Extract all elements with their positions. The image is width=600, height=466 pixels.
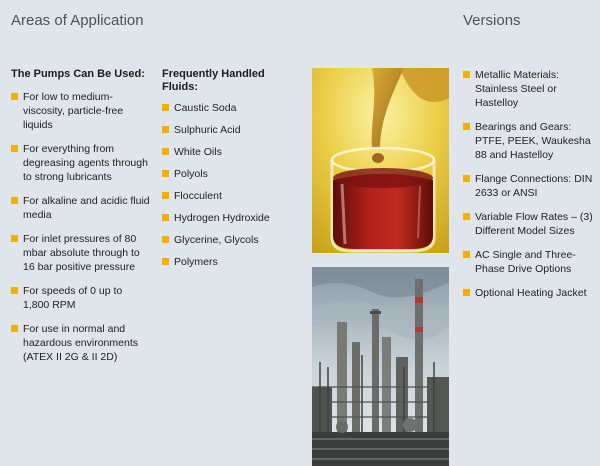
bullet-icon <box>11 93 18 100</box>
bullet-icon <box>162 236 169 243</box>
bullet-icon <box>162 126 169 133</box>
bullet-icon <box>11 235 18 242</box>
bullet-icon <box>11 197 18 204</box>
bullet-icon <box>162 214 169 221</box>
fluids-column: Frequently Handled Fluids: Caustic Soda … <box>162 68 292 269</box>
list-item: Glycerine, Glycols <box>162 233 292 247</box>
bullet-icon <box>463 71 470 78</box>
bullet-icon <box>463 289 470 296</box>
pumps-column: The Pumps Can Be Used: For low to medium… <box>11 68 153 364</box>
bullet-icon <box>162 258 169 265</box>
list-item: For speeds of 0 up to 1,800 RPM <box>11 284 123 312</box>
fluids-title: Frequently Handled Fluids: <box>162 68 265 93</box>
list-item: Flocculent <box>162 189 292 203</box>
list-item: Variable Flow Rates – (3) Different Mode… <box>463 210 598 238</box>
bullet-icon <box>11 145 18 152</box>
list-item: Hydrogen Hydroxide <box>162 211 292 225</box>
list-item: For everything from degreasing agents th… <box>11 142 153 184</box>
fluids-list: Caustic Soda Sulphuric Acid White Oils P… <box>162 101 292 269</box>
list-item: Polyols <box>162 167 292 181</box>
bullet-icon <box>162 148 169 155</box>
liquid-glass-photo <box>312 68 449 253</box>
list-item: For use in normal and hazardous environm… <box>11 322 153 364</box>
bullet-icon <box>162 192 169 199</box>
list-item: AC Single and Three-Phase Drive Options <box>463 248 598 276</box>
list-item: Optional Heating Jacket <box>463 286 598 300</box>
list-item: For low to medium-viscosity, particle-fr… <box>11 90 153 132</box>
versions-list: Metallic Materials: Stainless Steel or H… <box>463 68 598 300</box>
list-item: For inlet pressures of 80 mbar absolute … <box>11 232 153 274</box>
bullet-icon <box>463 213 470 220</box>
bullet-icon <box>11 287 18 294</box>
areas-heading: Areas of Application <box>11 12 144 29</box>
list-item: Metallic Materials: Stainless Steel or H… <box>463 68 598 110</box>
list-item: Bearings and Gears: PTFE, PEEK, Waukesha… <box>463 120 598 162</box>
refinery-photo <box>312 267 449 466</box>
bullet-icon <box>162 170 169 177</box>
liquid-glass-image <box>312 68 449 253</box>
bullet-icon <box>162 104 169 111</box>
list-item: Flange Connections: DIN 2633 or ANSI <box>463 172 598 200</box>
list-item: White Oils <box>162 145 292 159</box>
pumps-title: The Pumps Can Be Used: <box>11 68 145 80</box>
bullet-icon <box>463 175 470 182</box>
list-item: Polymers <box>162 255 292 269</box>
bullet-icon <box>463 123 470 130</box>
versions-column: Metallic Materials: Stainless Steel or H… <box>463 68 598 300</box>
refinery-image <box>312 267 449 466</box>
list-item: For alkaline and acidic fluid media <box>11 194 153 222</box>
pumps-list: For low to medium-viscosity, particle-fr… <box>11 90 153 364</box>
bullet-icon <box>11 325 18 332</box>
list-item: Caustic Soda <box>162 101 292 115</box>
list-item: Sulphuric Acid <box>162 123 292 137</box>
bullet-icon <box>463 251 470 258</box>
versions-heading: Versions <box>463 12 521 29</box>
